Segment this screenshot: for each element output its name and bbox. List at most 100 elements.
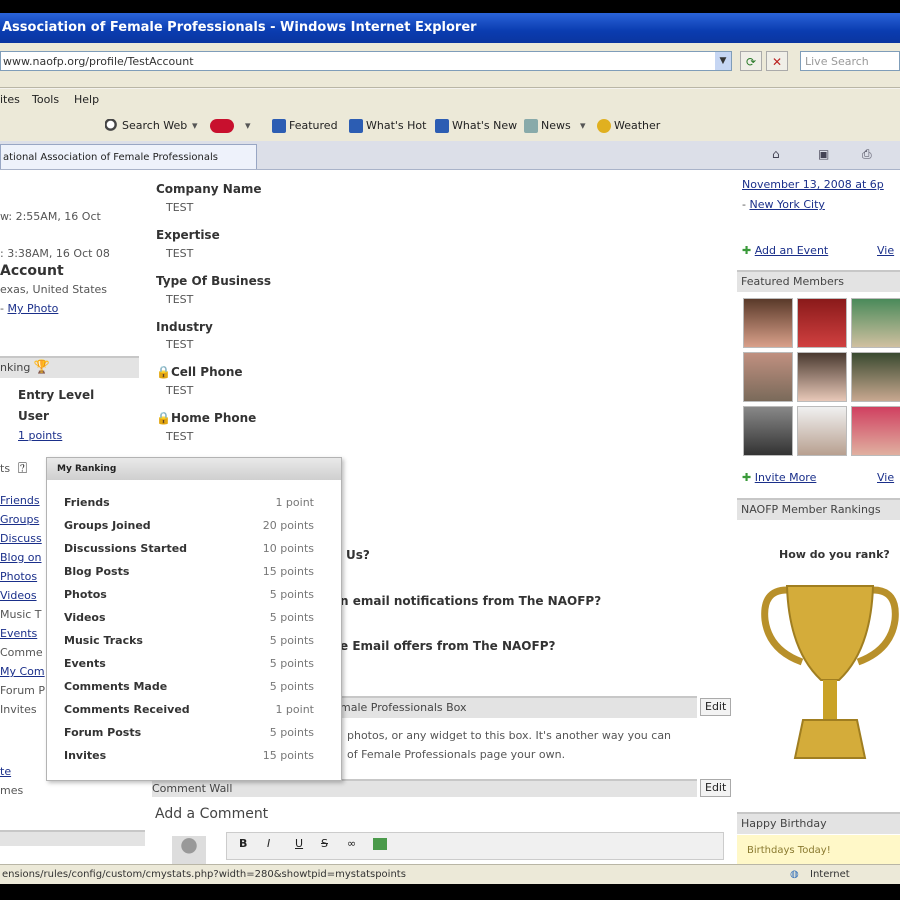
address-dropdown-icon[interactable]: ▼ (715, 52, 731, 70)
member-photo[interactable] (743, 406, 793, 456)
featured-icon (272, 119, 286, 133)
page-content: w: 2:55AM, 16 Oct : 3:38AM, 16 Oct 08 Ac… (0, 170, 900, 864)
box-edit-button[interactable]: Edit (700, 698, 732, 716)
image-icon[interactable] (373, 838, 387, 850)
field-value-expertise: TEST (166, 247, 194, 260)
event-date-link[interactable]: November 13, 2008 at 6p (742, 178, 884, 191)
my-photo-link[interactable]: My Photo (7, 302, 58, 315)
last-seen-2: : 3:38AM, 16 Oct 08 (0, 247, 110, 260)
popup-row-points: 20 points (262, 519, 314, 532)
underline-icon[interactable]: U (295, 837, 303, 850)
featured-button[interactable]: Featured (272, 111, 338, 141)
whats-new-icon (435, 119, 449, 133)
popup-row-points: 1 point (275, 496, 314, 509)
member-photo[interactable] (797, 406, 847, 456)
event-location-link[interactable]: New York City (749, 198, 824, 211)
weather-button[interactable]: Weather (597, 111, 660, 141)
weather-icon (597, 119, 611, 133)
entry-level: Entry Level (18, 388, 95, 402)
news-button[interactable]: News (524, 111, 571, 141)
title-bar: Association of Female Professionals - Wi… (0, 13, 900, 43)
comment-edit-button[interactable]: Edit (700, 779, 732, 797)
left-link-videos[interactable]: Videos (0, 589, 37, 602)
right-column: November 13, 2008 at 6p - New York City … (737, 170, 900, 864)
search-web-button[interactable]: Search Web (105, 111, 187, 141)
popup-row: Events 5 points (64, 657, 314, 677)
left-link-discussions[interactable]: Discuss (0, 532, 42, 545)
bottom-label: mes (0, 784, 24, 797)
lock-icon: 🔒 (156, 365, 171, 379)
left-link-my-comments[interactable]: My Com (0, 665, 45, 678)
member-photo[interactable] (851, 298, 900, 348)
my-ranking-popup: My Ranking Friends 1 point Groups Joined 2… (46, 457, 342, 781)
popup-row-label: Photos (64, 588, 107, 601)
user-level: User (18, 409, 49, 423)
whats-new-button[interactable]: What's New (435, 111, 517, 141)
trophy-icon (761, 585, 899, 759)
news-dropdown-icon[interactable]: ▾ (580, 111, 586, 141)
member-photo[interactable] (797, 352, 847, 402)
att-dropdown-icon[interactable]: ▾ (245, 111, 251, 141)
popup-row-points: 5 points (269, 726, 314, 739)
search-icon (105, 119, 119, 133)
popup-row-label: Comments Made (64, 680, 168, 693)
refresh-icon[interactable]: ⟳ (740, 51, 762, 71)
add-event-link[interactable]: Add an Event (755, 244, 829, 257)
popup-row-points: 5 points (269, 657, 314, 670)
box-text-2: of Female Professionals page your own. (347, 748, 566, 761)
left-link-events[interactable]: Events (0, 627, 37, 640)
left-link-friends[interactable]: Friends (0, 494, 40, 507)
menu-item-tools[interactable]: Tools (32, 89, 59, 111)
member-photo[interactable] (797, 298, 847, 348)
bottom-link[interactable]: te (0, 765, 11, 778)
menu-item-help[interactable]: Help (74, 89, 99, 111)
member-photo[interactable] (743, 352, 793, 402)
search-dropdown-icon[interactable]: ▾ (192, 111, 198, 141)
field-value-industry: TEST (166, 338, 194, 351)
view-all-events-link[interactable]: Vie (877, 244, 894, 257)
home-icon[interactable]: ⌂ (772, 147, 780, 161)
url-text: www.naofp.org/profile/TestAccount (3, 55, 194, 68)
ranking-header: nking 🏆 (0, 356, 139, 378)
print-icon[interactable]: ⎙ (862, 147, 872, 162)
feeds-icon[interactable]: ▣ (818, 147, 829, 161)
box-title: male Professionals Box (340, 701, 467, 714)
birthdays-today: Birthdays Today! (747, 845, 831, 856)
help-cursor-icon: ⍰ (18, 459, 28, 477)
att-logo-icon[interactable] (210, 111, 237, 141)
stats-label: ts (0, 462, 11, 475)
strike-icon[interactable]: S (321, 837, 328, 850)
box-header: male Professionals Box (340, 696, 697, 718)
box-text-1: photos, or any widget to this box. It's … (347, 729, 672, 742)
invite-more-link[interactable]: Invite More (755, 471, 817, 484)
member-photo[interactable] (743, 298, 793, 348)
stop-icon[interactable]: ✕ (766, 51, 788, 71)
question-1: Us? (346, 548, 370, 562)
live-search-input[interactable]: Live Search (800, 51, 900, 71)
left-link-photos[interactable]: Photos (0, 570, 37, 583)
italic-icon[interactable]: I (267, 837, 270, 850)
points-link[interactable]: 1 points (18, 429, 62, 442)
popup-row-points: 10 points (262, 542, 314, 555)
popup-row-label: Music Tracks (64, 634, 143, 647)
left-link-blog[interactable]: Blog on (0, 551, 42, 564)
bold-icon[interactable]: B (239, 837, 247, 850)
menu-item-favorites[interactable]: ites (0, 89, 20, 111)
browser-tab[interactable]: ational Association of Female Profession… (0, 144, 257, 169)
view-all-members-link[interactable]: Vie (877, 471, 894, 484)
left-link-groups[interactable]: Groups (0, 513, 39, 526)
field-value-home: TEST (166, 430, 194, 443)
link-icon[interactable]: ∞ (347, 837, 356, 850)
my-photo-prefix: - (0, 302, 4, 315)
popup-row: Forum Posts 5 points (64, 726, 314, 746)
whats-hot-button[interactable]: What's Hot (349, 111, 426, 141)
search-web-label: Search Web (122, 119, 188, 132)
popup-row-points: 1 point (275, 703, 314, 716)
address-bar[interactable]: www.naofp.org/profile/TestAccount ▼ (0, 51, 732, 71)
popup-row: Comments Received 1 point (64, 703, 314, 723)
popup-row-label: Forum Posts (64, 726, 142, 739)
status-bar: ensions/rules/config/custom/cmystats.php… (0, 864, 900, 884)
member-photo[interactable] (851, 352, 900, 402)
popup-row-label: Groups Joined (64, 519, 151, 532)
member-photo[interactable] (851, 406, 900, 456)
